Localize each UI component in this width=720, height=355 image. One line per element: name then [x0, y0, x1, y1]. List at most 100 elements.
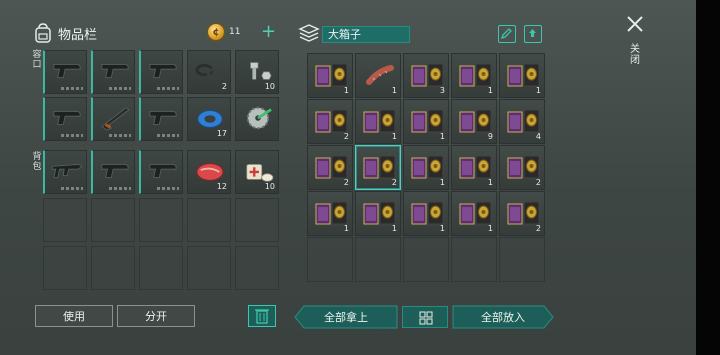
pistol-icon — [101, 164, 129, 178]
empty-inventory-slot[interactable] — [91, 198, 135, 242]
item-quantity: 10 — [264, 82, 275, 91]
trash-icon — [255, 309, 269, 324]
chest-slot[interactable]: 2 — [355, 145, 401, 190]
coin-count: 11 — [229, 27, 241, 37]
item-quantity: 1 — [391, 224, 397, 233]
item-quantity: 2 — [535, 224, 541, 233]
durability-dots — [109, 87, 131, 90]
take-all-button[interactable]: 全部拿上 — [294, 305, 398, 329]
inventory-slot[interactable]: 10 — [235, 50, 279, 94]
inventory-slot[interactable]: 12 — [187, 150, 231, 194]
put-all-button[interactable]: 全部放入 — [452, 305, 554, 329]
chest-slot[interactable]: 3 — [403, 53, 449, 98]
inventory-header: 物品栏 — [34, 22, 97, 44]
grid-sort-icon — [419, 311, 433, 325]
empty-inventory-slot[interactable] — [235, 198, 279, 242]
item-quantity: 1 — [535, 86, 541, 95]
inventory-slot[interactable] — [91, 97, 135, 141]
chest-slot[interactable]: 1 — [355, 99, 401, 144]
coin-counter: ¢ 11 + — [207, 23, 276, 41]
chest-slot[interactable]: 1 — [403, 145, 449, 190]
inventory-slot[interactable] — [43, 50, 87, 94]
inventory-slot[interactable]: 10 — [235, 150, 279, 194]
raw-meat-icon — [196, 163, 224, 181]
chest-slot[interactable]: 9 — [451, 99, 497, 144]
chest-slot[interactable]: 1 — [403, 99, 449, 144]
chest-slot[interactable]: 2 — [307, 145, 353, 190]
durability-dots — [61, 187, 83, 190]
empty-inventory-slot[interactable] — [43, 198, 87, 242]
chest-slot[interactable]: 1 — [499, 53, 545, 98]
empty-inventory-slot[interactable] — [139, 246, 183, 290]
close-icon[interactable] — [625, 14, 645, 34]
smg-icon — [51, 164, 83, 178]
item-quantity: 17 — [216, 129, 227, 138]
item-quantity: 1 — [487, 86, 493, 95]
sort-button[interactable] — [402, 306, 448, 328]
empty-inventory-slot[interactable] — [187, 198, 231, 242]
empty-chest-slot[interactable] — [355, 237, 401, 282]
empty-inventory-slot[interactable] — [235, 246, 279, 290]
inventory-slot[interactable] — [139, 50, 183, 94]
slots-side-label: 容口 — [32, 50, 42, 70]
pistol-icon — [101, 64, 129, 78]
inventory-title: 物品栏 — [58, 27, 98, 43]
close-label[interactable]: 关闭 — [629, 44, 641, 66]
inventory-slot[interactable]: 2 — [187, 50, 231, 94]
chest-slot[interactable]: 1 — [403, 191, 449, 236]
inventory-slot[interactable] — [235, 97, 279, 141]
chest-slot[interactable]: 1 — [451, 145, 497, 190]
put-all-label: 全部放入 — [481, 311, 525, 324]
upload-icon — [529, 29, 536, 37]
split-button[interactable]: 分开 — [117, 305, 195, 327]
inventory-slot[interactable] — [43, 150, 87, 194]
empty-inventory-slot[interactable] — [139, 198, 183, 242]
chest-slot[interactable]: 2 — [499, 191, 545, 236]
item-quantity: 4 — [535, 132, 541, 141]
chest-slot[interactable]: 1 — [307, 53, 353, 98]
chest-slot[interactable]: 1 — [451, 191, 497, 236]
item-quantity: 2 — [535, 178, 541, 187]
shotgun-icon — [101, 107, 130, 131]
add-coins-button[interactable]: + — [261, 23, 276, 41]
saw-blade-icon — [246, 106, 272, 130]
take-all-label: 全部拿上 — [324, 311, 368, 324]
inventory-slot[interactable] — [139, 150, 183, 194]
chest-slot[interactable]: 1 — [451, 53, 497, 98]
backpack-side-label: 背包 — [32, 152, 42, 172]
chest-slot[interactable]: 2 — [307, 99, 353, 144]
empty-chest-slot[interactable] — [403, 237, 449, 282]
pistol-icon — [149, 64, 177, 78]
chest-name-field[interactable]: 大箱子 — [322, 26, 410, 43]
inventory-slot[interactable]: 17 — [187, 97, 231, 141]
empty-inventory-slot[interactable] — [91, 246, 135, 290]
use-button[interactable]: 使用 — [35, 305, 113, 327]
item-quantity: 9 — [487, 132, 493, 141]
chest-slot[interactable]: 1 — [307, 191, 353, 236]
inventory-slot[interactable] — [91, 50, 135, 94]
duct-tape-icon — [197, 110, 223, 128]
empty-chest-slot[interactable] — [451, 237, 497, 282]
chest-slot[interactable]: 4 — [499, 99, 545, 144]
inventory-slot[interactable] — [139, 97, 183, 141]
empty-chest-slot[interactable] — [307, 237, 353, 282]
chest-slot[interactable]: 1 — [355, 191, 401, 236]
empty-chest-slot[interactable] — [499, 237, 545, 282]
chest-slot[interactable]: 2 — [499, 145, 545, 190]
item-quantity: 10 — [264, 182, 275, 191]
item-quantity: 3 — [439, 86, 445, 95]
item-quantity: 1 — [391, 132, 397, 141]
chest-slot-sausage[interactable]: 1 — [355, 53, 401, 98]
item-quantity: 1 — [439, 224, 445, 233]
upload-chest-button[interactable] — [524, 25, 542, 43]
trash-button[interactable] — [248, 305, 276, 327]
pistol-icon — [149, 111, 177, 125]
edit-chest-button[interactable] — [498, 25, 516, 43]
empty-inventory-slot[interactable] — [187, 246, 231, 290]
inventory-slot[interactable] — [91, 150, 135, 194]
inventory-slot[interactable] — [43, 97, 87, 141]
empty-inventory-slot[interactable] — [43, 246, 87, 290]
durability-dots — [157, 87, 179, 90]
washers-icon — [195, 64, 225, 80]
item-quantity: 2 — [221, 82, 227, 91]
